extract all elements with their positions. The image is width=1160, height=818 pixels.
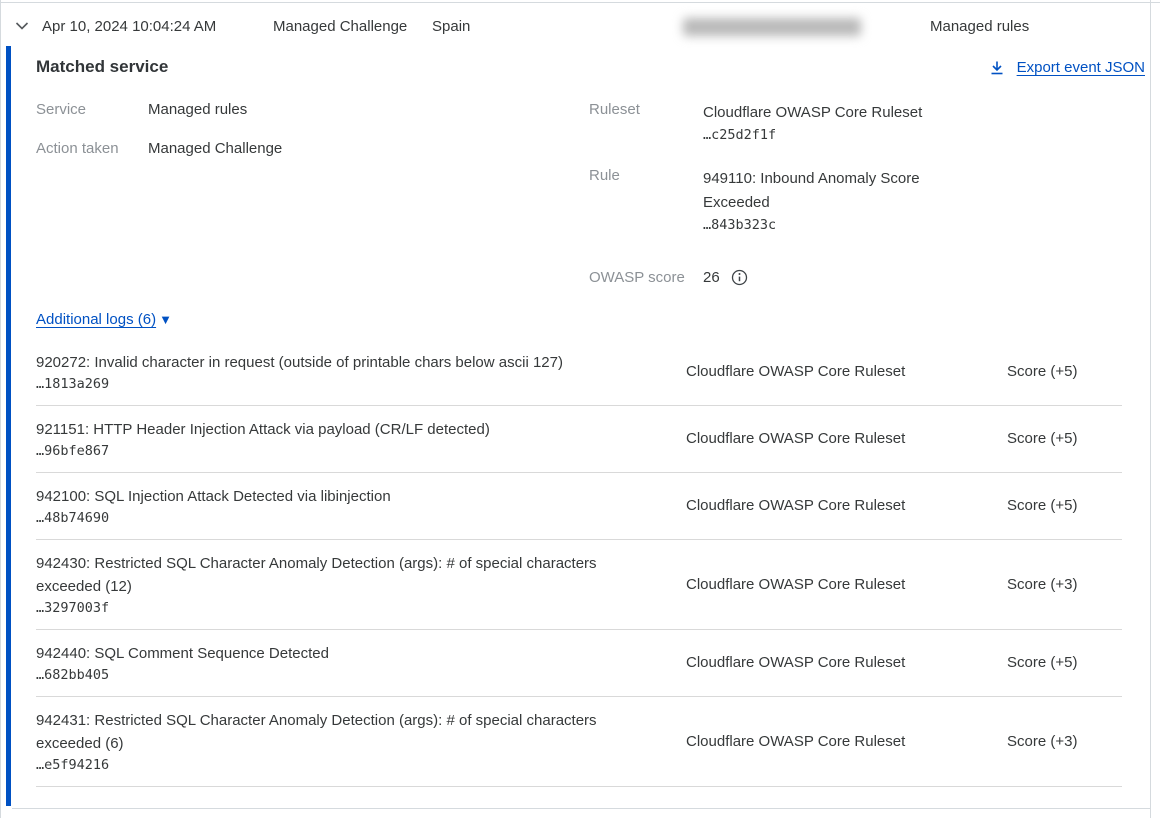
log-score: Score (+5) <box>1007 363 1077 380</box>
rule-label: Rule <box>589 167 703 233</box>
event-summary-row[interactable]: Apr 10, 2024 10:04:24 AM Managed Challen… <box>0 3 1150 46</box>
log-row: 920272: Invalid character in request (ou… <box>36 339 1122 406</box>
chevron-down-icon[interactable] <box>14 18 30 34</box>
log-row: 942100: SQL Injection Attack Detected vi… <box>36 473 1122 540</box>
log-score: Score (+3) <box>1007 733 1077 750</box>
next-row-divider <box>12 808 1150 809</box>
log-rule-id: …1813a269 <box>36 376 686 392</box>
action-taken-value: Managed Challenge <box>148 140 282 157</box>
log-description: 942430: Restricted SQL Character Anomaly… <box>36 552 621 598</box>
info-icon[interactable] <box>731 269 748 286</box>
matched-service-fields: Service Managed rules Action taken Manag… <box>36 101 943 310</box>
log-score: Score (+5) <box>1007 430 1077 447</box>
log-row: 942431: Restricted SQL Character Anomaly… <box>36 697 1122 787</box>
log-score: Score (+3) <box>1007 576 1077 593</box>
ruleset-field: Ruleset Cloudflare OWASP Core Ruleset …c… <box>589 101 943 143</box>
ruleset-name: Cloudflare OWASP Core Ruleset <box>703 101 943 125</box>
log-description: 942440: SQL Comment Sequence Detected <box>36 642 621 665</box>
log-ruleset: Cloudflare OWASP Core Ruleset <box>686 430 1007 447</box>
log-rule-id: …3297003f <box>36 600 686 616</box>
service-label: Service <box>36 101 148 118</box>
log-description: 921151: HTTP Header Injection Attack via… <box>36 418 621 441</box>
event-action: Managed Challenge <box>273 18 407 35</box>
action-taken-field: Action taken Managed Challenge <box>36 140 589 157</box>
additional-logs-label: Additional logs (6) <box>36 311 156 328</box>
action-taken-label: Action taken <box>36 140 148 157</box>
log-ruleset: Cloudflare OWASP Core Ruleset <box>686 654 1007 671</box>
log-ruleset: Cloudflare OWASP Core Ruleset <box>686 733 1007 750</box>
table-left-border <box>0 0 1 818</box>
log-row: 921151: HTTP Header Injection Attack via… <box>36 406 1122 473</box>
log-ruleset: Cloudflare OWASP Core Ruleset <box>686 497 1007 514</box>
ruleset-label: Ruleset <box>589 101 703 143</box>
log-score: Score (+5) <box>1007 497 1077 514</box>
log-rule-id: …e5f94216 <box>36 757 686 773</box>
additional-logs-section: Additional logs (6) ▼ 920272: Invalid ch… <box>36 311 1122 787</box>
export-event-json-label: Export event JSON <box>1017 59 1145 76</box>
event-timestamp: Apr 10, 2024 10:04:24 AM <box>42 18 216 35</box>
log-rule-id: …96bfe867 <box>36 443 686 459</box>
event-country: Spain <box>432 18 470 35</box>
log-description: 942431: Restricted SQL Character Anomaly… <box>36 709 621 755</box>
service-value: Managed rules <box>148 101 247 118</box>
expanded-row-accent-bar <box>6 46 11 806</box>
rule-name: 949110: Inbound Anomaly Score Exceeded <box>703 167 943 215</box>
event-service: Managed rules <box>930 18 1029 35</box>
additional-logs-list: 920272: Invalid character in request (ou… <box>36 339 1122 787</box>
ruleset-id: …c25d2f1f <box>703 127 943 143</box>
log-ruleset: Cloudflare OWASP Core Ruleset <box>686 576 1007 593</box>
log-rule-id: …48b74690 <box>36 510 686 526</box>
log-description: 920272: Invalid character in request (ou… <box>36 351 621 374</box>
log-row: 942440: SQL Comment Sequence Detected …6… <box>36 630 1122 697</box>
redacted-hostname <box>683 18 861 36</box>
rule-id: …843b323c <box>703 217 943 233</box>
log-score: Score (+5) <box>1007 654 1077 671</box>
export-event-json-link[interactable]: Export event JSON <box>989 59 1145 76</box>
download-icon <box>989 60 1005 76</box>
owasp-score-value: 26 <box>703 269 720 286</box>
matched-service-title: Matched service <box>36 57 168 77</box>
service-field: Service Managed rules <box>36 101 589 118</box>
log-description: 942100: SQL Injection Attack Detected vi… <box>36 485 621 508</box>
rule-field: Rule 949110: Inbound Anomaly Score Excee… <box>589 167 943 233</box>
triangle-down-icon: ▼ <box>159 312 172 327</box>
table-right-border <box>1150 0 1151 818</box>
log-row: 942430: Restricted SQL Character Anomaly… <box>36 540 1122 630</box>
owasp-score-field: OWASP score 26 <box>589 269 943 286</box>
owasp-score-label: OWASP score <box>589 269 703 286</box>
log-rule-id: …682bb405 <box>36 667 686 683</box>
log-ruleset: Cloudflare OWASP Core Ruleset <box>686 363 1007 380</box>
additional-logs-toggle[interactable]: Additional logs (6) ▼ <box>36 311 172 328</box>
